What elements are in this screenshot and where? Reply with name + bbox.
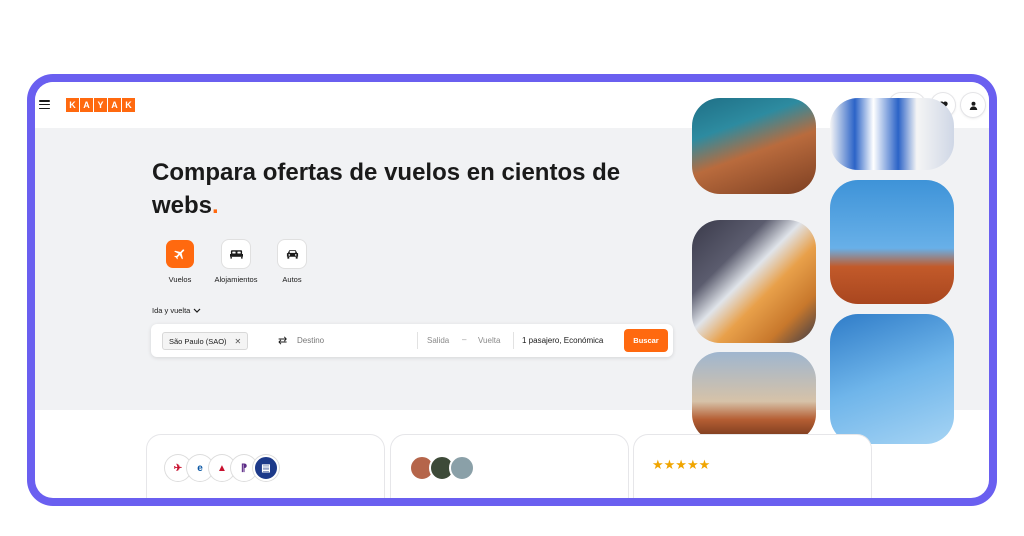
tab-cars[interactable]: Autos xyxy=(264,240,320,284)
logo-letter: Y xyxy=(94,98,107,112)
plane-icon xyxy=(166,240,194,268)
tab-cars-label: Autos xyxy=(282,275,302,284)
rating-stars: ★★★★★ xyxy=(652,457,711,472)
tab-flights[interactable]: Vuelos xyxy=(152,240,208,284)
account-button[interactable] xyxy=(961,93,985,117)
avatar xyxy=(449,455,475,481)
logo-letter: A xyxy=(80,98,93,112)
traveler-avatars xyxy=(409,455,475,481)
logo-letter: A xyxy=(108,98,121,112)
tab-stays-label: Alojamientos xyxy=(214,275,258,284)
photo-desert-sunset xyxy=(692,352,816,442)
logo-letter: K xyxy=(122,98,135,112)
travelers-field[interactable]: 1 pasajero, Económica xyxy=(522,336,603,345)
page-title-text: Compara ofertas de vuelos en cientos de … xyxy=(152,159,621,219)
field-divider xyxy=(513,332,514,349)
airline-logo: ▤ xyxy=(253,455,279,481)
date-separator: – xyxy=(462,335,467,344)
kayak-logo[interactable]: K A Y A K xyxy=(66,98,135,112)
destination-input[interactable]: Destino xyxy=(297,336,324,345)
return-date-field[interactable]: Vuelta xyxy=(478,336,500,345)
search-button[interactable]: Buscar xyxy=(624,329,668,352)
tab-flights-label: Vuelos xyxy=(168,275,192,284)
title-accent-dot: . xyxy=(212,192,219,219)
photo-airplane-wing-river xyxy=(692,98,816,194)
tab-stays[interactable]: Alojamientos xyxy=(208,240,264,284)
bed-icon xyxy=(222,240,250,268)
origin-chip[interactable]: São Paulo (SAO) ✕ xyxy=(162,332,249,350)
photo-blue-white-street xyxy=(830,98,954,170)
photo-child-airplane-window xyxy=(692,220,816,343)
trip-type-label: Ida y vuelta xyxy=(152,306,191,315)
airlines-card[interactable]: ✈ e ▲ ⁋ ▤ xyxy=(147,435,384,498)
hero-section: Compara ofertas de vuelos en cientos de … xyxy=(35,98,989,444)
logo-letter: K xyxy=(66,98,79,112)
photo-palm-tree-plane xyxy=(830,314,954,444)
depart-date-field[interactable]: Salida xyxy=(427,336,449,345)
origin-value: São Paulo (SAO) xyxy=(169,336,227,346)
flight-search-form: São Paulo (SAO) ✕ ⇄ Destino Salida – Vue… xyxy=(151,324,673,357)
page-title: Compara ofertas de vuelos en cientos de … xyxy=(152,156,672,222)
reviews-card[interactable]: ★★★★★ xyxy=(634,435,871,498)
product-tabs: Vuelos Alojamientos Autos xyxy=(152,240,320,284)
car-icon xyxy=(278,240,306,268)
photo-desert-rocks-plane xyxy=(830,180,954,304)
trip-type-dropdown[interactable]: Ida y vuelta xyxy=(152,306,201,315)
menu-icon[interactable] xyxy=(39,100,50,110)
travelers-card[interactable] xyxy=(391,435,628,498)
remove-origin-icon[interactable]: ✕ xyxy=(235,337,242,346)
airline-logos: ✈ e ▲ ⁋ ▤ xyxy=(165,455,279,481)
user-icon xyxy=(969,101,977,110)
chevron-down-icon xyxy=(193,308,201,313)
field-divider xyxy=(417,332,418,349)
browser-viewport: K A Y A K IA Compara ofertas de vuelos e… xyxy=(35,82,989,498)
swap-icon[interactable]: ⇄ xyxy=(278,334,287,347)
